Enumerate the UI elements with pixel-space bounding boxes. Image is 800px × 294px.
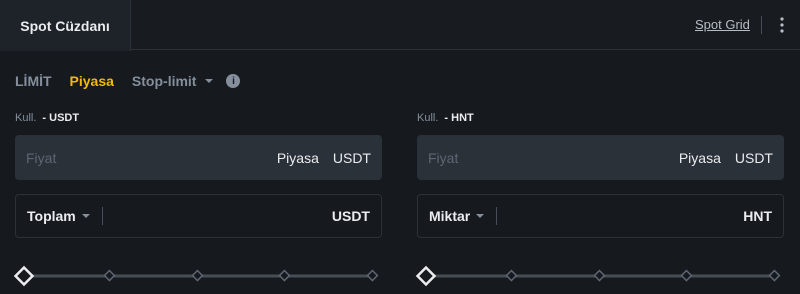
buy-available-label: Kull. [15,112,37,124]
buy-slider-track[interactable] [12,264,384,288]
buy-price-market: Piyasa [276,149,319,166]
tab-market[interactable]: Piyasa [70,73,114,89]
slider-step-50[interactable] [191,269,204,282]
sell-price-market: Piyasa [678,149,721,166]
sell-available-value: - HNT [444,112,474,124]
buy-total-selector[interactable]: Toplam [27,208,76,224]
top-bar: Spot Cüzdanı Spot Grid [0,0,800,51]
sell-percent-slider[interactable] [414,264,786,288]
slider-step-25[interactable] [103,269,116,282]
slider-step-75[interactable] [278,269,291,282]
buy-available-value: - USDT [42,112,80,124]
sell-price-placeholder: Fiyat [428,149,459,166]
info-icon[interactable]: i [226,74,241,88]
sell-price-unit: USDT [734,149,773,166]
tab-limit[interactable]: LİMİT [15,73,52,89]
slider-step-50[interactable] [593,269,606,282]
buy-price-field[interactable]: Fiyat Piyasa USDT [15,135,382,180]
sell-form: Kull. - HNT Fiyat Piyasa USDT Miktar HNT [417,108,784,238]
slider-handle[interactable] [415,265,437,287]
chevron-down-icon [476,214,485,218]
tab-stop-limit[interactable]: Stop-limit [132,73,214,89]
buy-price-placeholder: Fiyat [26,149,57,166]
slider-handle[interactable] [13,265,35,287]
slider-step-25[interactable] [505,269,518,282]
buy-available: Kull. - USDT [15,108,382,128]
sell-amount-unit: HNT [743,208,772,224]
slider-step-100[interactable] [768,269,781,282]
chevron-down-icon [205,79,214,83]
buy-percent-slider[interactable] [12,264,384,288]
topbar-divider [761,16,762,34]
field-divider [101,207,103,225]
slider-step-100[interactable] [366,269,379,282]
sell-amount-selector[interactable]: Miktar [429,208,470,224]
sell-price-field[interactable]: Fiyat Piyasa USDT [417,135,784,180]
tab-stop-limit-label: Stop-limit [131,73,197,89]
sell-available: Kull. - HNT [417,108,784,128]
field-divider [496,207,498,225]
chevron-down-icon [81,214,90,218]
buy-form: Kull. - USDT Fiyat Piyasa USDT Toplam USD… [15,108,382,238]
tab-spot-wallet[interactable]: Spot Cüzdanı [0,0,131,51]
sell-slider-track[interactable] [414,264,786,288]
buy-total-field[interactable]: Toplam USDT [15,194,382,238]
slider-step-75[interactable] [680,269,693,282]
sell-amount-field[interactable]: Miktar HNT [417,194,784,238]
sell-available-label: Kull. [417,112,439,124]
more-vertical-icon[interactable] [776,15,788,35]
order-type-tabs: LİMİT Piyasa Stop-limit i [15,70,241,92]
spot-grid-link[interactable]: Spot Grid [695,17,750,32]
buy-price-unit: USDT [332,149,371,166]
buy-total-unit: USDT [331,208,370,224]
